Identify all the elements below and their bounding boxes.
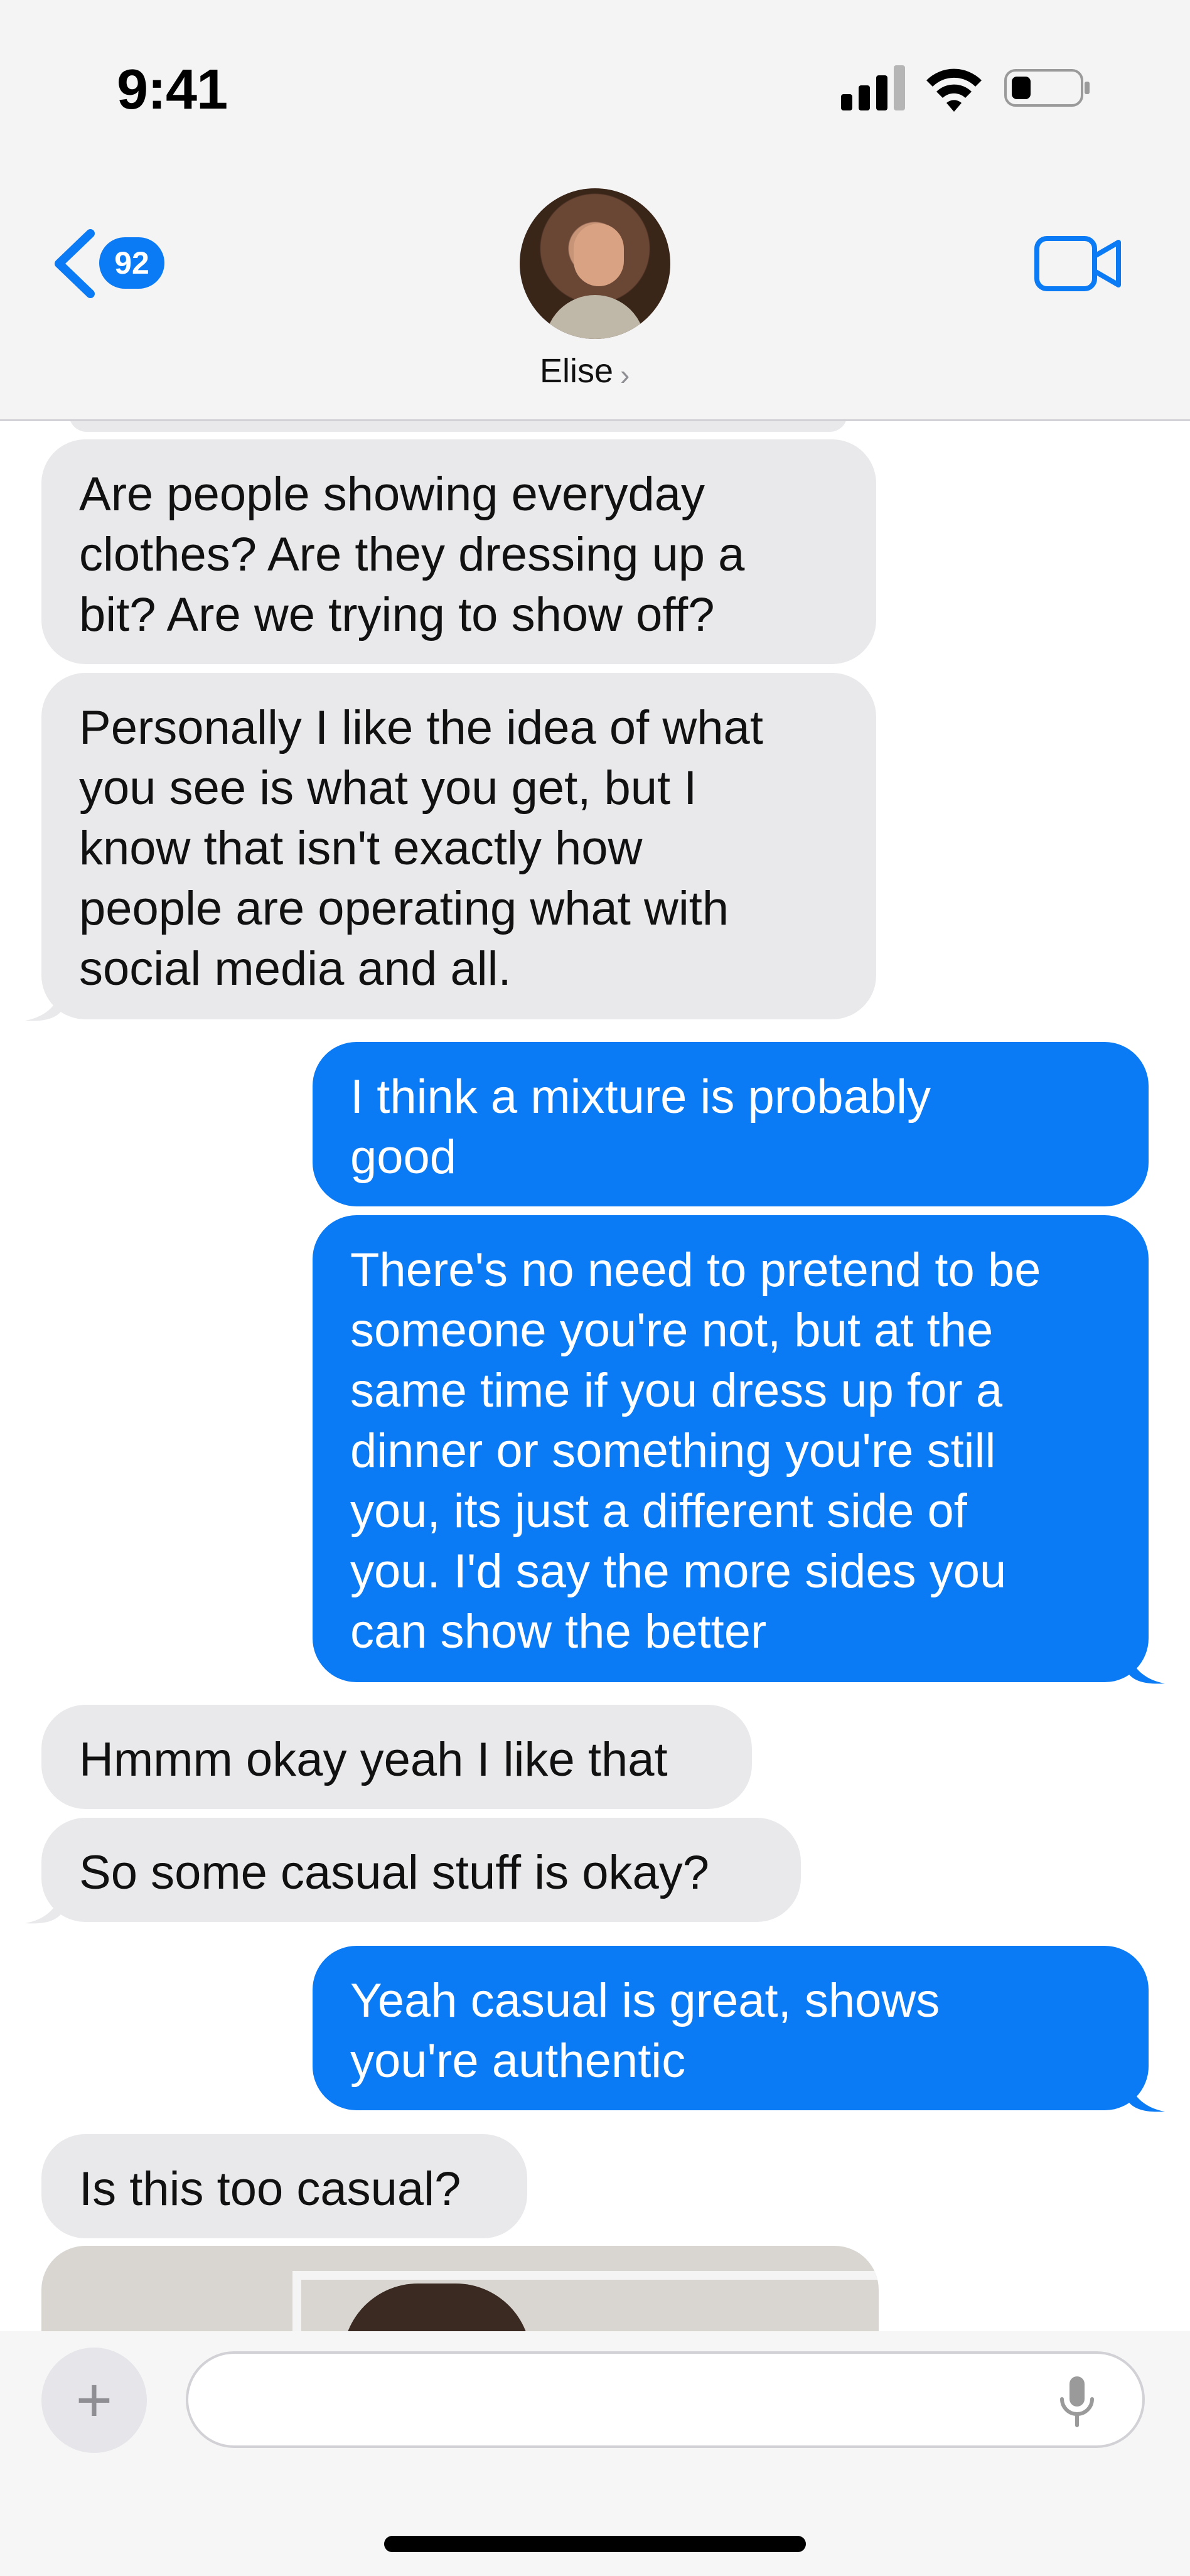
- message-bubble-received[interactable]: Hmmm okay yeah I like that: [41, 1705, 752, 1809]
- message-bubble-received[interactable]: Are people showing everyday clothes? Are…: [41, 439, 876, 664]
- conversation-header: 9:41 92 Elise ›: [0, 0, 1190, 421]
- avatar-shirt: [545, 295, 645, 339]
- status-time: 9:41: [117, 58, 228, 121]
- bubble-tail: [25, 984, 63, 1021]
- message-bubble-received[interactable]: Personally I like the idea of what you s…: [41, 673, 876, 1019]
- bubble-tail: [1127, 1647, 1165, 1684]
- chevron-right-icon[interactable]: ›: [620, 358, 630, 392]
- add-attachment-button[interactable]: +: [41, 2348, 147, 2453]
- message-bubble-sent[interactable]: There's no need to pretend to be someone…: [313, 1215, 1149, 1682]
- bubble-tail: [1127, 2075, 1165, 2112]
- microphone-icon[interactable]: [1058, 2375, 1096, 2428]
- back-chevron-icon[interactable]: [46, 226, 103, 301]
- message-bubble-received[interactable]: So some casual stuff is okay?: [41, 1818, 801, 1922]
- battery-icon: [1004, 69, 1090, 107]
- contact-name[interactable]: Elise: [540, 352, 613, 390]
- cellular-signal-icon: [841, 65, 905, 110]
- message-bubble-sent[interactable]: I think a mixture is probably good: [313, 1042, 1149, 1206]
- wifi-icon: [926, 68, 982, 112]
- message-bubble-sent[interactable]: Yeah casual is great, shows you're authe…: [313, 1946, 1149, 2110]
- avatar-face: [574, 223, 624, 286]
- message-bubble-received[interactable]: Is this too casual?: [41, 2134, 527, 2238]
- video-call-icon[interactable]: [1034, 233, 1122, 294]
- unread-count-badge[interactable]: 92: [99, 237, 164, 289]
- message-input[interactable]: [186, 2351, 1145, 2448]
- bubble-tail: [25, 1887, 63, 1924]
- home-indicator[interactable]: [384, 2536, 806, 2552]
- contact-avatar[interactable]: [520, 188, 670, 339]
